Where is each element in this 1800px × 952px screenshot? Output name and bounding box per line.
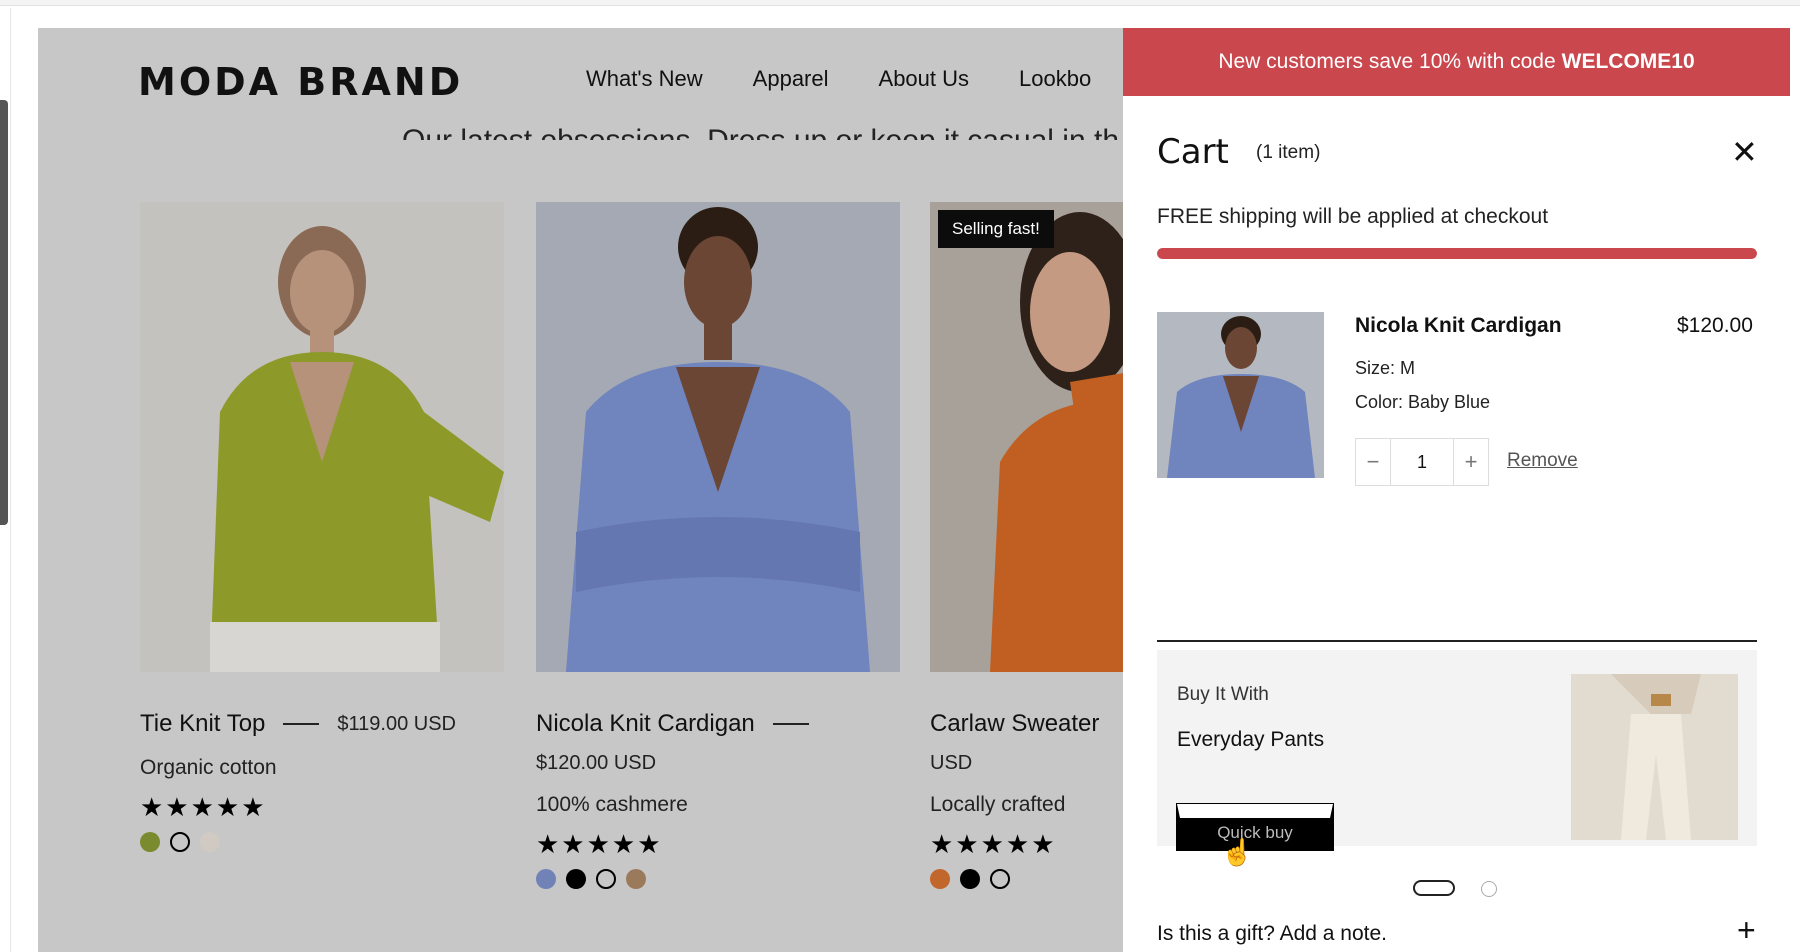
- color-swatch[interactable]: [596, 869, 616, 889]
- cart-item-color: Color: Baby Blue: [1355, 392, 1491, 412]
- product-price: $120.00 USD: [536, 752, 657, 774]
- nav-item-apparel[interactable]: Apparel: [753, 66, 829, 92]
- product-image[interactable]: Selling fast!: [930, 202, 1123, 672]
- nav-item-about-us[interactable]: About Us: [879, 66, 970, 92]
- browser-frame: MODA BRAND What's New Apparel About Us L…: [0, 0, 1800, 952]
- product-image[interactable]: [140, 202, 504, 672]
- shipping-progress-fill: [1157, 248, 1757, 259]
- carousel-dot[interactable]: [1481, 881, 1497, 897]
- main-nav: What's New Apparel About Us Lookbo: [586, 66, 1091, 92]
- color-swatch[interactable]: [140, 832, 160, 852]
- rating-stars: ★★★★★: [536, 829, 663, 859]
- plus-icon[interactable]: +: [1737, 912, 1756, 949]
- cart-title: Cart: [1157, 132, 1229, 172]
- color-swatches: [930, 869, 1123, 889]
- cart-item-name[interactable]: Nicola Knit Cardigan: [1355, 314, 1562, 338]
- product-card[interactable]: Nicola Knit Cardigan $120.00 USD 100% ca…: [536, 202, 900, 889]
- product-subtitle: Organic cotton: [140, 756, 277, 779]
- cart-item-price: $120.00: [1677, 314, 1753, 337]
- price-divider: [283, 723, 320, 725]
- product-name[interactable]: Tie Knit Top: [140, 710, 265, 738]
- product-price: $119.00 USD: [337, 712, 456, 735]
- nav-item-lookbook[interactable]: Lookbo: [1019, 66, 1091, 92]
- carousel-dot-active[interactable]: [1413, 880, 1455, 896]
- color-swatch[interactable]: [960, 869, 980, 889]
- color-swatch[interactable]: [566, 869, 586, 889]
- color-swatch[interactable]: [626, 869, 646, 889]
- quantity-increase-button[interactable]: +: [1454, 439, 1488, 485]
- cart-drawer: New customers save 10% with code WELCOME…: [1123, 28, 1790, 952]
- quantity-stepper: − 1 +: [1355, 438, 1489, 486]
- cart-item-count: (1 item): [1256, 142, 1321, 163]
- product-name[interactable]: Carlaw Sweater: [930, 710, 1099, 738]
- upsell-label: Buy It With: [1177, 684, 1269, 705]
- price-divider: [772, 723, 809, 725]
- carousel-pagination: [1123, 876, 1790, 897]
- product-name[interactable]: Nicola Knit Cardigan: [536, 710, 755, 738]
- pointer-cursor-icon: ☝: [1221, 837, 1254, 867]
- product-image[interactable]: [536, 202, 900, 672]
- promo-text: New customers save 10% with code: [1218, 50, 1556, 73]
- nav-item-whats-new[interactable]: What's New: [586, 66, 703, 92]
- upsell-product-image[interactable]: [1571, 674, 1738, 840]
- color-swatch[interactable]: [990, 869, 1010, 889]
- product-subtitle: 100% cashmere: [536, 793, 688, 816]
- product-card[interactable]: Selling fast! Carlaw Sweater USD Locally…: [930, 202, 1123, 889]
- promo-banner: New customers save 10% with code WELCOME…: [1123, 28, 1790, 96]
- upsell-product-name[interactable]: Everyday Pants: [1177, 728, 1324, 752]
- frame-divider: [10, 8, 11, 952]
- color-swatch[interactable]: [200, 832, 220, 852]
- upsell-divider: [1157, 640, 1757, 642]
- rating-stars: ★★★★★: [140, 792, 267, 822]
- product-subtitle: Locally crafted: [930, 793, 1066, 816]
- color-swatches: [140, 832, 504, 852]
- cart-item-size: Size: M: [1355, 358, 1416, 378]
- promo-code: WELCOME10: [1561, 50, 1695, 73]
- cart-item-image[interactable]: [1157, 312, 1324, 478]
- product-price: USD: [930, 752, 973, 774]
- color-swatch[interactable]: [930, 869, 950, 889]
- color-swatch[interactable]: [536, 869, 556, 889]
- remove-item-link[interactable]: Remove: [1507, 450, 1578, 472]
- quantity-decrease-button[interactable]: −: [1356, 439, 1390, 485]
- selling-fast-badge: Selling fast!: [938, 210, 1054, 248]
- brand-logo[interactable]: MODA BRAND: [138, 60, 463, 104]
- gift-note-label[interactable]: Is this a gift? Add a note.: [1157, 922, 1387, 946]
- close-icon[interactable]: ✕: [1731, 136, 1758, 168]
- left-scrollbar[interactable]: [0, 100, 8, 525]
- product-card[interactable]: Tie Knit Top $119.00 USD Organic cotton …: [140, 202, 504, 852]
- shipping-message: FREE shipping will be applied at checkou…: [1157, 205, 1549, 228]
- upsell-card: Buy It With Everyday Pants Quick buy ☝: [1157, 650, 1757, 867]
- frame-top-edge: [0, 0, 1800, 6]
- quick-buy-button[interactable]: Quick buy: [1176, 803, 1334, 851]
- rating-stars: ★★★★★: [930, 829, 1057, 859]
- store-page: MODA BRAND What's New Apparel About Us L…: [38, 28, 1123, 952]
- shipping-progress-bar: [1157, 248, 1757, 259]
- color-swatch[interactable]: [170, 832, 190, 852]
- quantity-input[interactable]: 1: [1390, 439, 1454, 485]
- collection-tagline: Our latest obsessions. Dress up or keep …: [402, 112, 1119, 140]
- color-swatches: [536, 869, 900, 889]
